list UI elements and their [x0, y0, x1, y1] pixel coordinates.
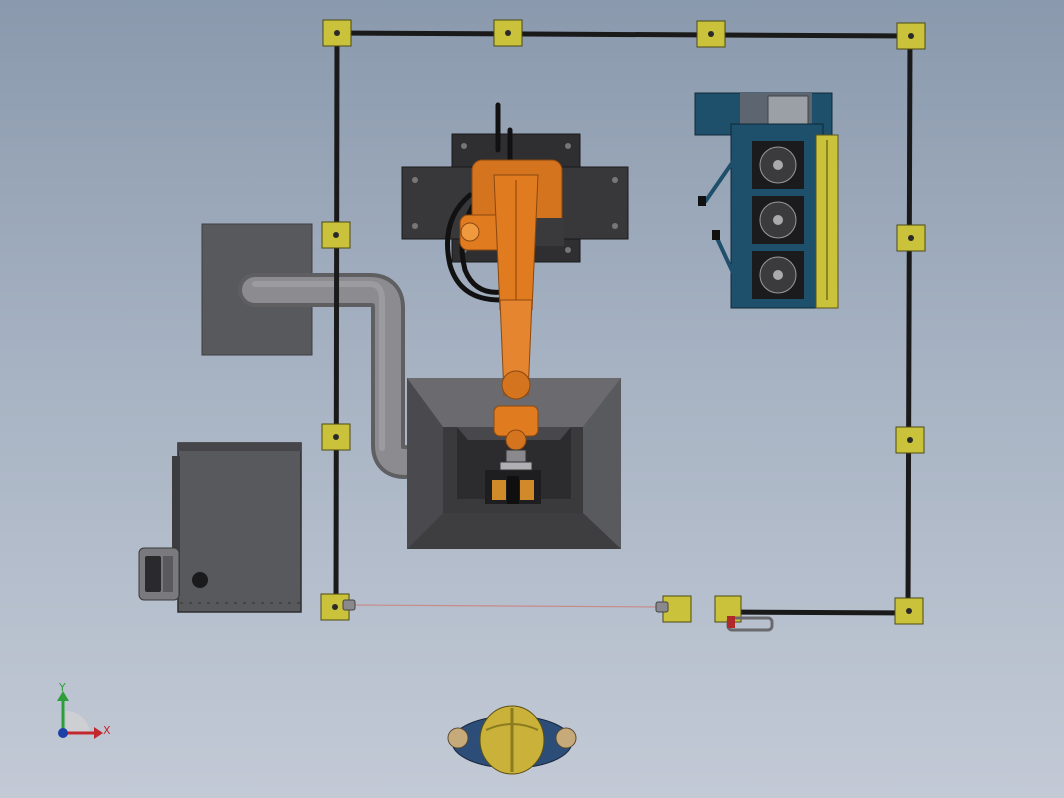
- coordinate-triad: Y X: [57, 681, 111, 739]
- y-axis-label: Y: [58, 681, 66, 694]
- robot-upper-arm: [493, 299, 539, 451]
- operator: [447, 705, 577, 775]
- workpiece-fixture: [485, 470, 541, 504]
- cad-viewport[interactable]: Y X: [0, 0, 1064, 798]
- gate-handle: [726, 616, 774, 632]
- light-curtain: [342, 599, 669, 613]
- robot-lower-arm: [493, 174, 539, 311]
- teach-pendant: [138, 547, 180, 601]
- workpiece-station: [694, 92, 839, 309]
- cabinet-port-icon: [192, 572, 208, 588]
- x-axis-label: X: [103, 724, 111, 737]
- rotary-fixtures: [752, 141, 804, 299]
- control-cabinet: [138, 442, 302, 613]
